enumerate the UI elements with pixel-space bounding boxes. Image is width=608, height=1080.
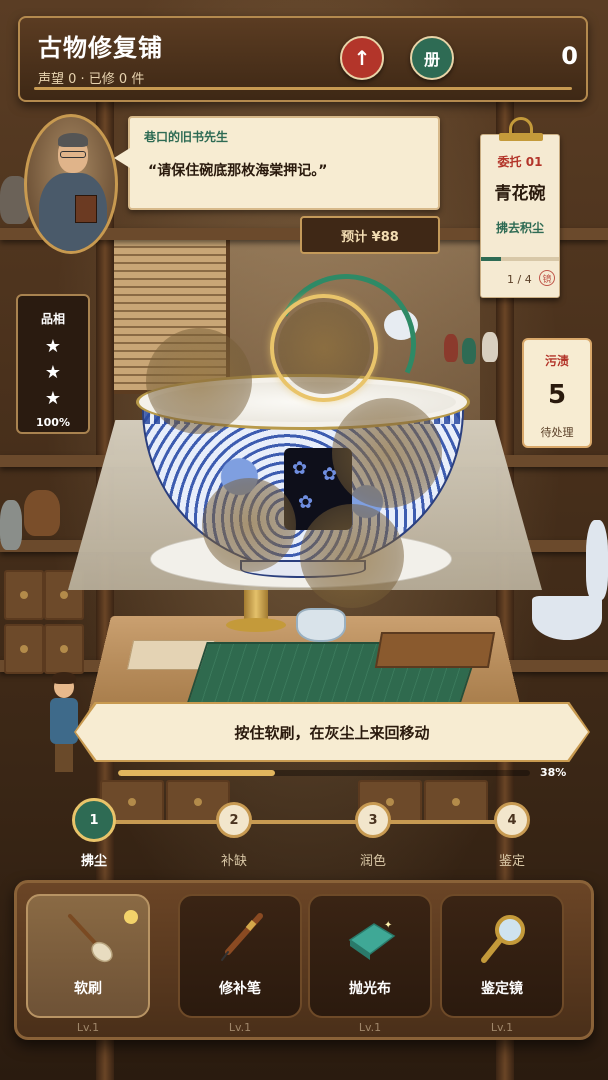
stain-status: 待处理 (540, 426, 574, 439)
drawer (44, 624, 84, 674)
customer-speech-bubble: 巷口的旧书先生 “请保住碗底那枚海棠押记。” (114, 116, 440, 210)
step-4-appraise[interactable]: 4 (494, 802, 530, 838)
tool-soft-brush[interactable]: 软刷 Lv.1 (26, 894, 150, 1034)
star-icon: ★ (44, 388, 62, 409)
dust-spot[interactable] (300, 504, 404, 608)
commission-task: 拂去积尘 (495, 221, 544, 235)
brush-pot-decoration (24, 490, 60, 536)
star-icon: ★ (44, 336, 62, 357)
shop-title: 古物修复铺 (38, 34, 163, 62)
apprentice-legs (55, 744, 73, 772)
magnifier-icon (481, 915, 525, 963)
dust-spot[interactable] (146, 328, 252, 434)
tool-name: 鉴定镜 (481, 981, 523, 997)
brush-icon (68, 914, 113, 963)
flower-pattern-icon: ✿ (292, 458, 308, 479)
vase-decoration (0, 500, 22, 550)
tool-level: Lv.1 (490, 1021, 514, 1034)
glasses-icon (60, 151, 86, 158)
tool-level: Lv.1 (76, 1021, 100, 1034)
dust-spot[interactable] (202, 478, 296, 572)
catalog-button[interactable]: 册 (410, 36, 454, 80)
tool-box (374, 632, 496, 668)
step-1-dust[interactable]: 1 (72, 798, 116, 842)
customer-portrait (24, 114, 118, 254)
bowl-decoration (532, 596, 602, 640)
step-4-label: 鉴定 (498, 854, 525, 869)
tool-level: Lv.1 (358, 1021, 382, 1034)
quality-label: 品相 (40, 312, 65, 326)
customer-quote: “请保住碗底那枚海棠押记。” (148, 163, 328, 179)
stain-count: 5 (547, 380, 567, 410)
task-progress-fill (118, 770, 275, 776)
drawer (4, 624, 44, 674)
tool-repair-pen[interactable]: 修补笔 Lv.1 (178, 894, 302, 1034)
cloth-icon: ✦ (348, 920, 396, 960)
upgrade-button[interactable]: ↑ (340, 36, 384, 80)
drawer (424, 780, 488, 824)
apprentice-character (44, 672, 84, 776)
commission-item: 青花碗 (494, 184, 546, 204)
bowl-stand-base (226, 618, 286, 632)
estimate-price: 预计 ¥88 (300, 216, 440, 254)
step-3-label: 润色 (359, 854, 386, 869)
quality-percent: 100% (36, 416, 70, 429)
stain-panel: 污渍 5 待处理 (522, 338, 592, 448)
commission-page: 1 / 4 (507, 273, 532, 286)
task-progress-bar (118, 770, 530, 776)
customer-name: 巷口的旧书先生 (144, 130, 229, 144)
reputation-status: 声望 0 · 已修 0 件 (38, 72, 145, 87)
selected-indicator (124, 910, 138, 924)
commission-card[interactable]: 委托 01 青花碗 拂去积尘 1 / 4 镜 (480, 117, 560, 298)
bottle-decoration (444, 334, 458, 362)
commission-progress-track (481, 257, 559, 261)
water-pot (296, 608, 346, 642)
instruction-banner: 按住软刷，在灰尘上来回移动 (76, 704, 588, 760)
flower-pattern-icon: ✿ (298, 492, 314, 513)
step-3-polish[interactable]: 3 (355, 802, 391, 838)
top-bar-divider (34, 87, 572, 90)
commission-progress-fill (481, 257, 501, 261)
commission-number: 委托 01 (497, 155, 543, 169)
money-counter: 0 (561, 42, 578, 70)
apprentice-body (50, 698, 78, 744)
step-track (94, 820, 512, 824)
bottle-decoration (462, 338, 476, 364)
tool-level: Lv.1 (228, 1021, 252, 1034)
apprentice-hair (52, 672, 76, 684)
customer-hair (58, 133, 88, 147)
quality-panel: 品相 ★ ★ ★ 100% (16, 294, 90, 434)
tool-name: 软刷 (74, 981, 102, 997)
star-icon: ★ (44, 362, 62, 383)
stain-label: 污渍 (544, 354, 569, 368)
bottle-decoration (482, 332, 498, 362)
svg-text:✦: ✦ (384, 920, 392, 931)
step-2-label: 补缺 (220, 854, 247, 869)
vase-decoration (586, 520, 608, 600)
step-1-label: 拂尘 (80, 854, 107, 869)
top-bar: 古物修复铺 声望 0 · 已修 0 件 ↑ 册 0 (18, 16, 588, 102)
bowl-stand (244, 586, 268, 622)
step-2-repair[interactable]: 2 (216, 802, 252, 838)
task-progress-percent: 38% (540, 766, 567, 779)
tool-name: 抛光布 (349, 981, 391, 997)
tool-magnifier[interactable]: 鉴定镜 Lv.1 (440, 894, 564, 1034)
tool-polish-cloth[interactable]: ✦ 抛光布 Lv.1 (308, 894, 432, 1034)
tool-name: 修补笔 (219, 981, 261, 997)
seal-stamp-icon: 镜 (539, 270, 555, 286)
brush-cursor[interactable] (270, 294, 378, 402)
dust-spot[interactable] (332, 398, 442, 508)
book-icon (75, 195, 97, 223)
drawer (4, 570, 44, 620)
pen-icon (221, 913, 263, 961)
clip-bar (499, 133, 543, 141)
